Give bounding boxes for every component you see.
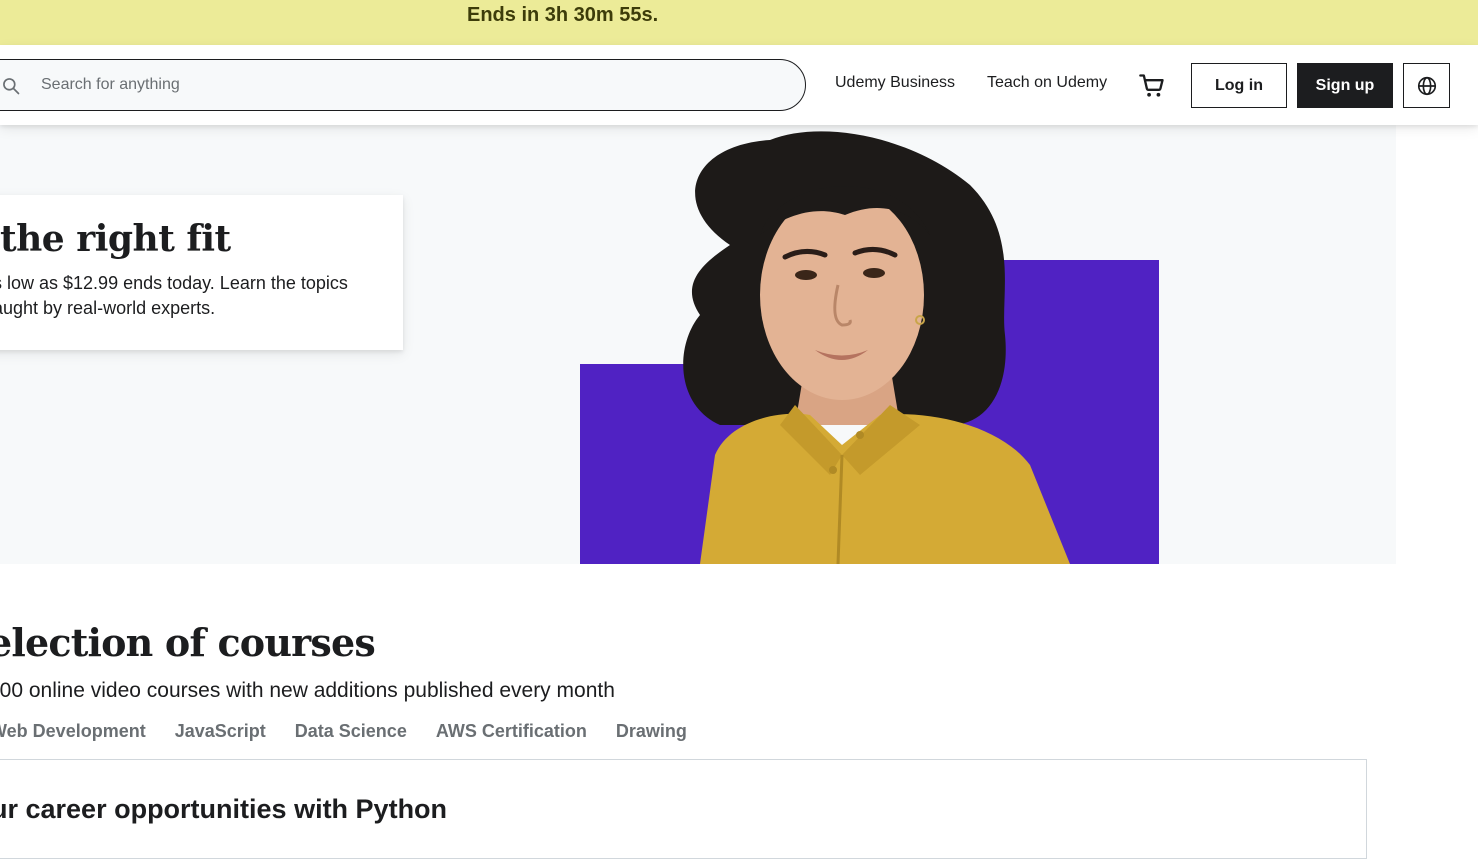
hero-card: the right fit s low as $12.99 ends today… xyxy=(0,195,403,350)
language-button[interactable] xyxy=(1403,63,1450,108)
promo-countdown: Ends in 3h 30m 55s. xyxy=(467,4,659,26)
hero-portrait-image xyxy=(580,131,1159,564)
search-icon[interactable] xyxy=(1,76,21,96)
hero-title: the right fit xyxy=(0,218,231,260)
teach-on-udemy-link[interactable]: Teach on Udemy xyxy=(987,74,1107,92)
tab-javascript[interactable]: JavaScript xyxy=(175,721,266,742)
featured-course-panel: ur career opportunities with Python xyxy=(0,759,1367,859)
login-button[interactable]: Log in xyxy=(1191,63,1287,108)
globe-icon xyxy=(1417,76,1436,95)
courses-subheading: 000 online video courses with new additi… xyxy=(0,679,615,702)
hero-banner: the right fit s low as $12.99 ends today… xyxy=(0,125,1396,564)
hero-subtitle: s low as $12.99 ends today. Learn the to… xyxy=(0,273,348,318)
tab-web-development[interactable]: Web Development xyxy=(0,721,146,742)
search-bar[interactable] xyxy=(0,59,806,111)
tab-data-science[interactable]: Data Science xyxy=(295,721,407,742)
udemy-business-link[interactable]: Udemy Business xyxy=(835,74,955,92)
promo-banner: Ends in 3h 30m 55s. xyxy=(0,0,1478,45)
signup-button[interactable]: Sign up xyxy=(1297,63,1393,108)
course-category-tabs: Web Development JavaScript Data Science … xyxy=(0,721,687,742)
featured-course-title: ur career opportunities with Python xyxy=(0,794,448,824)
tab-aws-certification[interactable]: AWS Certification xyxy=(436,721,587,742)
cart-icon[interactable] xyxy=(1138,72,1166,100)
courses-heading: election of courses xyxy=(0,620,376,665)
header: Udemy Business Teach on Udemy Log in Sig… xyxy=(0,45,1478,125)
search-input[interactable] xyxy=(39,60,739,110)
tab-drawing[interactable]: Drawing xyxy=(616,721,687,742)
